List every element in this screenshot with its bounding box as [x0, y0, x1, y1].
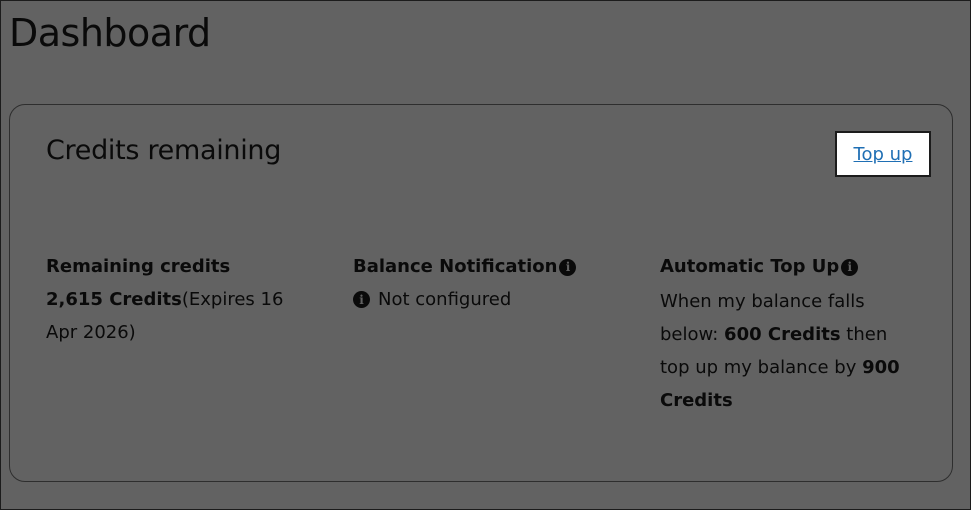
page-title: Dashboard	[9, 11, 211, 55]
automatic-top-up-section: Automatic Top Up i When my balance falls…	[660, 253, 910, 417]
remaining-credits-value: 2,615 Credits(Expires 16 Apr 2026)	[46, 283, 316, 349]
credits-card: Credits remaining Top up Remaining credi…	[9, 104, 953, 482]
automatic-top-up-description: When my balance falls below: 600 Credits…	[660, 285, 910, 417]
balance-notification-status-row: i Not configured	[353, 283, 623, 316]
credits-amount: 2,615 Credits	[46, 289, 182, 310]
top-up-button[interactable]: Top up	[835, 131, 931, 177]
automatic-top-up-header: Automatic Top Up i	[660, 253, 910, 281]
auto-topup-threshold: 600 Credits	[724, 324, 841, 345]
info-icon[interactable]: i	[559, 258, 577, 276]
balance-notification-header: Balance Notification i	[353, 253, 623, 281]
remaining-credits-section: Remaining credits 2,615 Credits(Expires …	[46, 253, 316, 349]
remaining-credits-heading: Remaining credits	[46, 256, 231, 277]
card-title: Credits remaining	[46, 135, 282, 166]
balance-notification-section: Balance Notification i i Not configured	[353, 253, 623, 316]
balance-notification-heading: Balance Notification	[353, 256, 558, 277]
info-icon: i	[353, 291, 370, 308]
automatic-top-up-heading: Automatic Top Up	[660, 256, 840, 277]
balance-notification-status: Not configured	[378, 289, 512, 310]
info-icon[interactable]: i	[841, 258, 859, 276]
